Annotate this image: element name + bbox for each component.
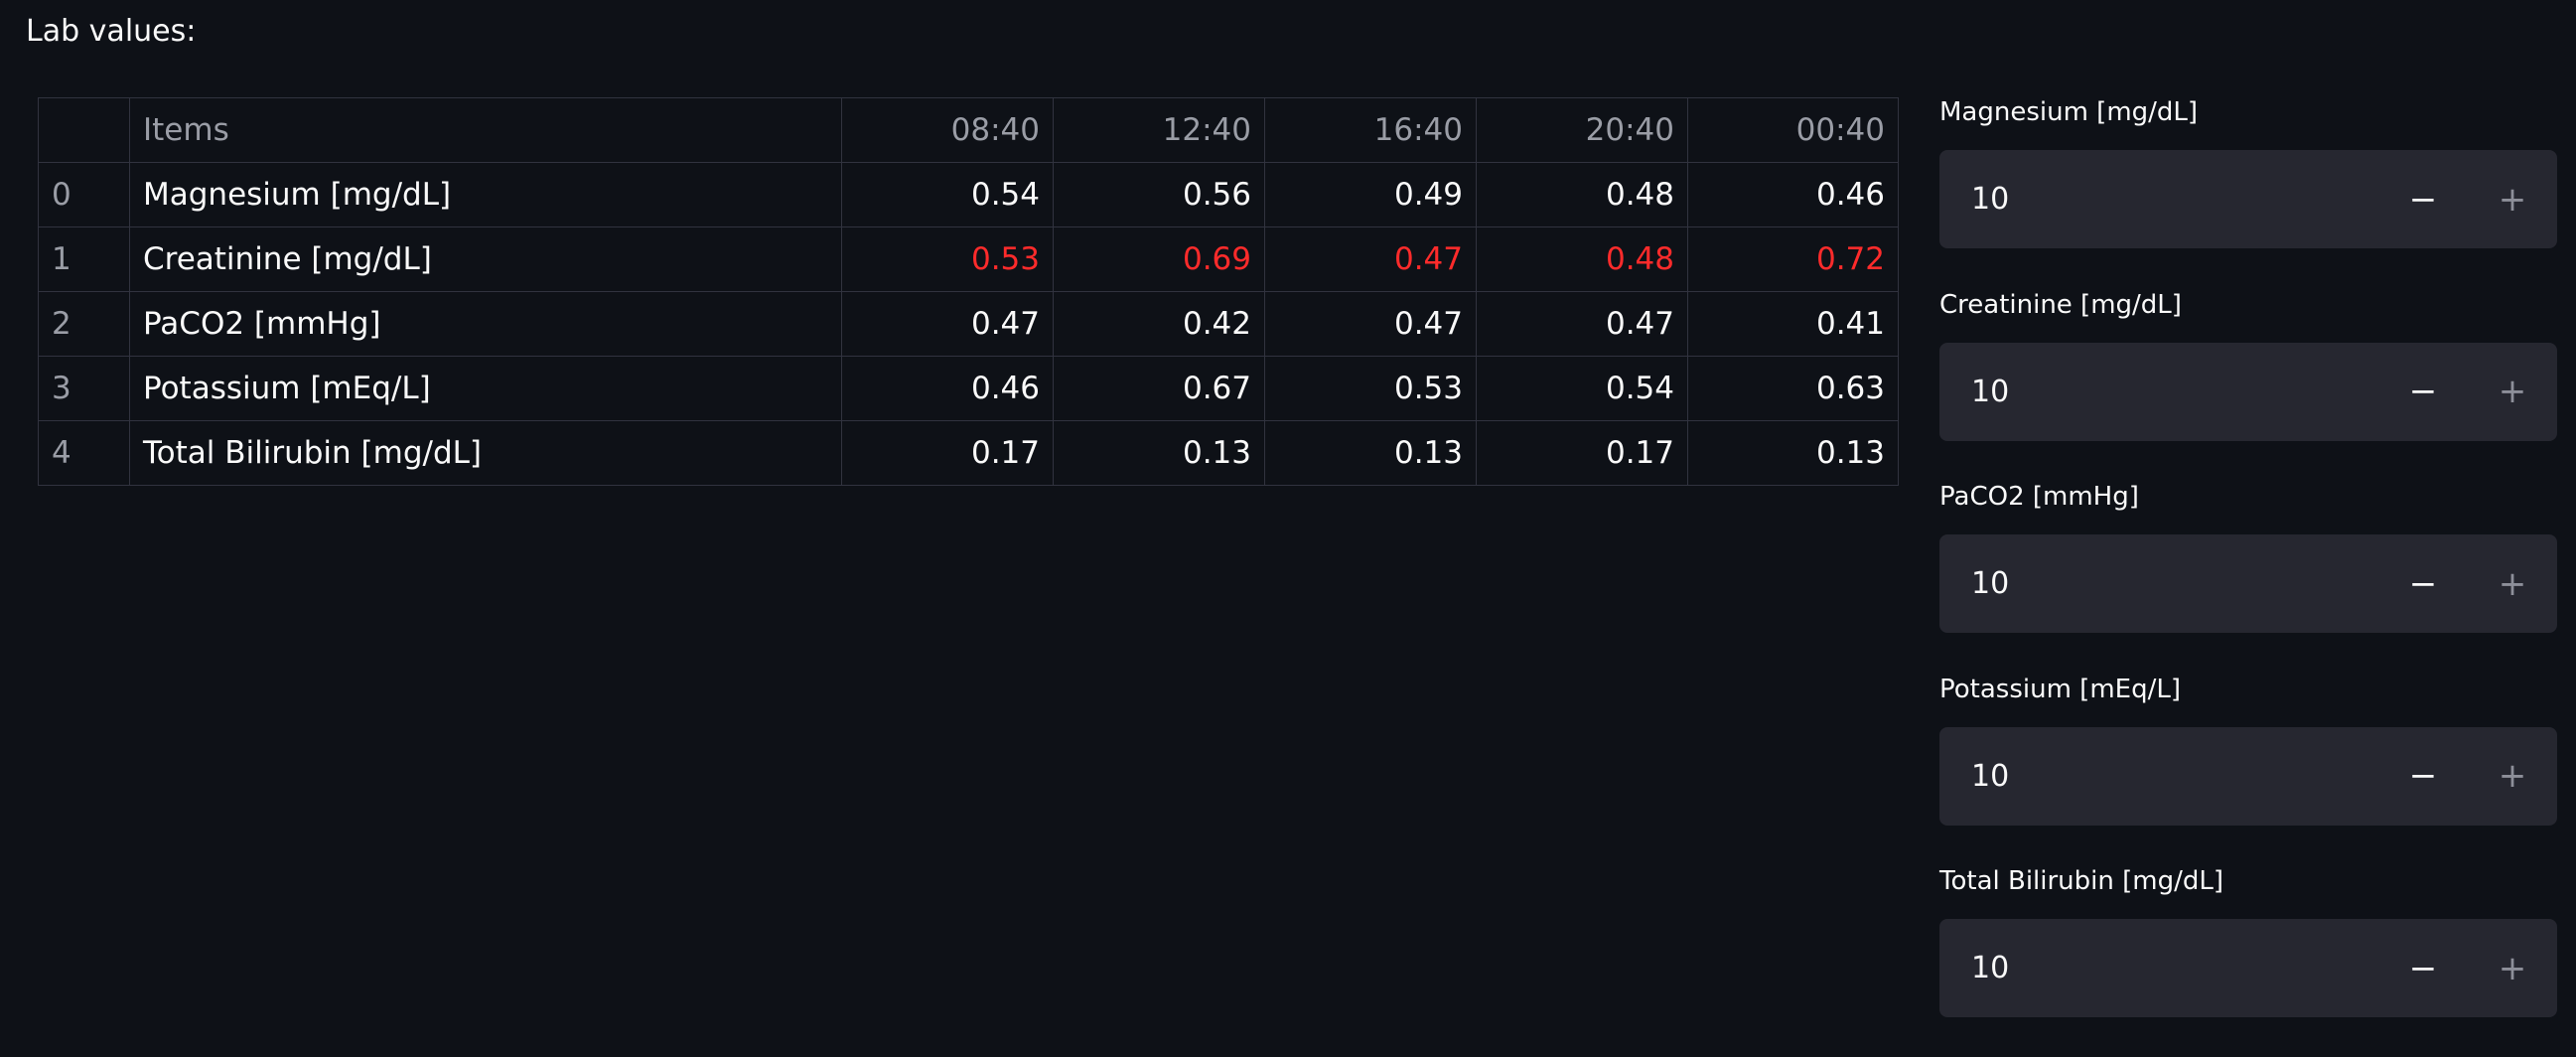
plus-icon: + <box>2498 179 2527 220</box>
table-row[interactable]: 1 Creatinine [mg/dL] 0.53 0.69 0.47 0.48… <box>38 226 1899 292</box>
column-header-time[interactable]: 12:40 <box>1053 97 1265 163</box>
item-name-cell[interactable]: Creatinine [mg/dL] <box>129 226 842 292</box>
flagged-value-cell[interactable]: 0.72 <box>1687 226 1899 292</box>
value-cell[interactable]: 0.47 <box>1476 291 1688 357</box>
column-header-items[interactable]: Items <box>129 97 842 163</box>
flagged-value-cell[interactable]: 0.47 <box>1264 226 1477 292</box>
plus-icon: + <box>2498 372 2527 411</box>
row-index: 3 <box>38 356 130 421</box>
decrement-button[interactable]: − <box>2378 534 2468 633</box>
row-index: 1 <box>38 226 130 292</box>
value-cell[interactable]: 0.17 <box>1476 420 1688 486</box>
column-header-time[interactable]: 20:40 <box>1476 97 1688 163</box>
row-index: 4 <box>38 420 130 486</box>
value-cell[interactable]: 0.13 <box>1264 420 1477 486</box>
plus-icon: + <box>2498 756 2527 796</box>
value-cell[interactable]: 0.67 <box>1053 356 1265 421</box>
value-cell[interactable]: 0.46 <box>841 356 1054 421</box>
lab-table: Items 08:40 12:40 16:40 20:40 00:40 0 Ma… <box>38 97 1899 486</box>
table-row[interactable]: 3 Potassium [mEq/L] 0.46 0.67 0.53 0.54 … <box>38 356 1899 421</box>
flagged-value-cell[interactable]: 0.69 <box>1053 226 1265 292</box>
increment-button[interactable]: + <box>2468 343 2557 441</box>
input-label: Total Bilirubin [mg/dL] <box>1939 866 2223 896</box>
decrement-button[interactable]: − <box>2378 343 2468 441</box>
item-name-cell[interactable]: PaCO2 [mmHg] <box>129 291 842 357</box>
number-field: − + <box>1939 150 2557 248</box>
flagged-value-cell[interactable]: 0.48 <box>1476 226 1688 292</box>
increment-button[interactable]: + <box>2468 534 2557 633</box>
value-cell[interactable]: 0.47 <box>841 291 1054 357</box>
input-label: Potassium [mEq/L] <box>1939 674 2181 704</box>
input-panel: Magnesium [mg/dL] − + Creatinine [mg/dL]… <box>1939 95 2557 1057</box>
plus-icon: + <box>2498 948 2527 988</box>
decrement-button[interactable]: − <box>2378 727 2468 826</box>
table-row[interactable]: 2 PaCO2 [mmHg] 0.47 0.42 0.47 0.47 0.41 <box>38 291 1899 357</box>
value-cell[interactable]: 0.46 <box>1687 162 1899 227</box>
lab-values-table: Items 08:40 12:40 16:40 20:40 00:40 0 Ma… <box>38 97 1899 486</box>
value-cell[interactable]: 0.49 <box>1264 162 1477 227</box>
value-cell[interactable]: 0.56 <box>1053 162 1265 227</box>
value-cell[interactable]: 0.47 <box>1264 291 1477 357</box>
number-field: − + <box>1939 726 2557 826</box>
input-label: Magnesium [mg/dL] <box>1939 97 2199 127</box>
increment-button[interactable]: + <box>2468 727 2557 826</box>
decrement-button[interactable]: − <box>2378 919 2468 1017</box>
value-cell[interactable]: 0.42 <box>1053 291 1265 357</box>
value-cell[interactable]: 0.13 <box>1053 420 1265 486</box>
input-label: Creatinine [mg/dL] <box>1939 289 2182 320</box>
item-name-cell[interactable]: Magnesium [mg/dL] <box>129 162 842 227</box>
column-header-time[interactable]: 16:40 <box>1264 97 1477 163</box>
number-field: − + <box>1939 342 2557 441</box>
creatinine-number-input: Creatinine [mg/dL] − + <box>1939 288 2557 481</box>
input-label: PaCO2 [mmHg] <box>1939 482 2139 512</box>
row-index: 0 <box>38 162 130 227</box>
potassium-value-input[interactable] <box>1939 726 2376 826</box>
magnesium-number-input: Magnesium [mg/dL] − + <box>1939 95 2557 288</box>
potassium-number-input: Potassium [mEq/L] − + <box>1939 673 2557 865</box>
total-bilirubin-value-input[interactable] <box>1939 919 2376 1017</box>
value-cell[interactable]: 0.41 <box>1687 291 1899 357</box>
minus-icon: − <box>2408 948 2438 988</box>
magnesium-value-input[interactable] <box>1939 150 2376 248</box>
column-header-index[interactable] <box>38 97 130 163</box>
total-bilirubin-number-input: Total Bilirubin [mg/dL] − + <box>1939 864 2557 1057</box>
value-cell[interactable]: 0.13 <box>1687 420 1899 486</box>
minus-icon: − <box>2408 372 2438 411</box>
minus-icon: − <box>2408 563 2438 604</box>
page-title: Lab values: <box>26 14 197 49</box>
value-cell[interactable]: 0.53 <box>1264 356 1477 421</box>
paco2-value-input[interactable] <box>1939 534 2376 633</box>
number-field: − + <box>1939 919 2557 1017</box>
table-header-row: Items 08:40 12:40 16:40 20:40 00:40 <box>38 97 1899 163</box>
minus-icon: − <box>2408 179 2438 220</box>
table-row[interactable]: 4 Total Bilirubin [mg/dL] 0.17 0.13 0.13… <box>38 420 1899 486</box>
value-cell[interactable]: 0.17 <box>841 420 1054 486</box>
number-field: − + <box>1939 534 2557 633</box>
flagged-value-cell[interactable]: 0.53 <box>841 226 1054 292</box>
increment-button[interactable]: + <box>2468 919 2557 1017</box>
value-cell[interactable]: 0.63 <box>1687 356 1899 421</box>
table-row[interactable]: 0 Magnesium [mg/dL] 0.54 0.56 0.49 0.48 … <box>38 162 1899 227</box>
paco2-number-input: PaCO2 [mmHg] − + <box>1939 480 2557 673</box>
column-header-time[interactable]: 08:40 <box>841 97 1054 163</box>
value-cell[interactable]: 0.54 <box>1476 356 1688 421</box>
minus-icon: − <box>2408 756 2438 796</box>
item-name-cell[interactable]: Total Bilirubin [mg/dL] <box>129 420 842 486</box>
value-cell[interactable]: 0.54 <box>841 162 1054 227</box>
item-name-cell[interactable]: Potassium [mEq/L] <box>129 356 842 421</box>
decrement-button[interactable]: − <box>2378 150 2468 248</box>
creatinine-value-input[interactable] <box>1939 342 2376 441</box>
increment-button[interactable]: + <box>2468 150 2557 248</box>
value-cell[interactable]: 0.48 <box>1476 162 1688 227</box>
row-index: 2 <box>38 291 130 357</box>
plus-icon: + <box>2498 563 2527 604</box>
column-header-time[interactable]: 00:40 <box>1687 97 1899 163</box>
